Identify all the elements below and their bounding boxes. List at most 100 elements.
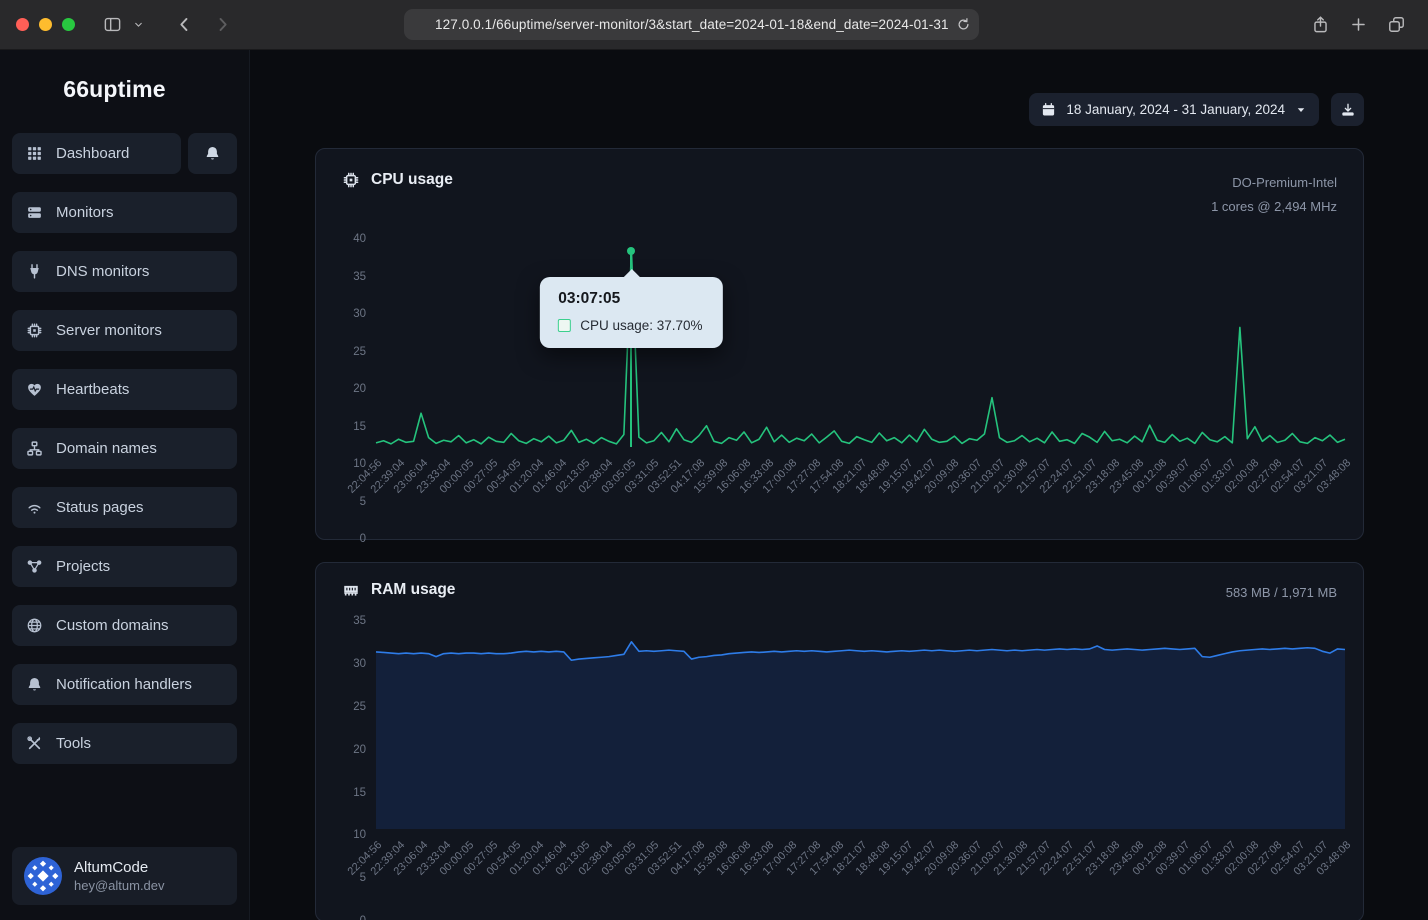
sidebar-item-label: DNS monitors [56,263,149,280]
x-axis-labels: 22:04:5622:39:0423:06:0423:33:0400:00:05… [376,455,1345,539]
tooltip-time: 03:07:05 [558,290,702,308]
sidebar-item-label: Tools [56,735,91,752]
download-icon [1340,102,1356,118]
browser-chrome: 127.0.0.1/66uptime/server-monitor/3&star… [0,0,1428,50]
y-tick-label: 20 [353,744,366,756]
cpu-line-series [376,239,1345,447]
brand-logo: 66uptime [12,76,217,103]
sidebar-item-custom-domains[interactable]: Custom domains [12,605,237,646]
ram-line-series [376,621,1345,829]
back-button[interactable] [169,10,199,40]
minimize-window-button[interactable] [39,18,52,31]
y-tick-label: 40 [353,233,366,245]
user-account-card[interactable]: AltumCode hey@altum.dev [12,847,237,905]
tab-overview-icon[interactable] [1382,10,1412,40]
server-cpu-spec-label: 1 cores @ 2,494 MHz [1211,195,1337,219]
y-tick-label: 35 [353,271,366,283]
cpu-chip-icon [26,322,43,339]
y-tick-label: 15 [353,421,366,433]
series-swatch [558,319,571,332]
main-content: 18 January, 2024 - 31 January, 2024 CPU … [250,50,1428,920]
user-name: AltumCode [74,859,165,876]
sidebar-chevron-down-icon[interactable] [129,10,147,40]
server-plan-label: DO-Premium-Intel [1211,171,1337,195]
y-tick-label: 25 [353,701,366,713]
y-tick-label: 30 [353,658,366,670]
chart-title: RAM usage [371,581,455,599]
sidebar-item-dashboard[interactable]: Dashboard [12,133,181,174]
sidebar-item-label: Custom domains [56,617,169,634]
sidebar-item-label: Dashboard [56,145,129,162]
export-download-button[interactable] [1331,93,1364,126]
address-bar[interactable]: 127.0.0.1/66uptime/server-monitor/3&star… [404,9,979,40]
bell-icon [204,145,221,162]
share-icon[interactable] [1306,10,1336,40]
y-tick-label: 25 [353,346,366,358]
sidebar-item-tools[interactable]: Tools [12,723,237,764]
y-tick-label: 5 [360,872,366,884]
sidebar-toggle-icon[interactable] [97,10,127,40]
y-tick-label: 0 [360,915,366,920]
forward-button [207,10,237,40]
globe-icon [26,617,43,634]
url-text: 127.0.0.1/66uptime/server-monitor/3&star… [435,17,949,32]
sidebar-item-dns-monitors[interactable]: DNS monitors [12,251,237,292]
toolbar: 18 January, 2024 - 31 January, 2024 [315,93,1364,126]
grid-icon [26,145,43,162]
sidebar-item-label: Monitors [56,204,114,221]
hover-marker-dot [627,247,635,255]
cpu-chart-plot: 03:07:05 CPU usage: 37.70% [376,239,1345,447]
y-tick-label: 30 [353,308,366,320]
notifications-button[interactable] [188,133,237,174]
y-tick-label: 0 [360,533,366,545]
sidebar-item-heartbeats[interactable]: Heartbeats [12,369,237,410]
ram-usage-card: RAM usage 583 MB / 1,971 MB 35 30 25 20 15 10… [315,562,1364,920]
chevron-down-icon [1295,104,1307,116]
x-axis-labels: 22:04:5622:39:0423:06:0423:33:0400:00:05… [376,837,1345,920]
new-tab-icon[interactable] [1344,10,1374,40]
date-range-text: 18 January, 2024 - 31 January, 2024 [1066,102,1285,117]
tools-icon [26,735,43,752]
sidebar-item-notification-handlers[interactable]: Notification handlers [12,664,237,705]
sidebar-item-monitors[interactable]: Monitors [12,192,237,233]
avatar [24,857,62,895]
calendar-icon [1041,102,1056,117]
server-stack-icon [26,204,43,221]
sidebar-item-label: Server monitors [56,322,162,339]
y-tick-label: 10 [353,829,366,841]
close-window-button[interactable] [16,18,29,31]
tooltip-value: CPU usage: 37.70% [580,318,702,333]
y-tick-label: 5 [360,496,366,508]
heartbeat-icon [26,381,43,398]
date-range-picker[interactable]: 18 January, 2024 - 31 January, 2024 [1029,93,1319,126]
sidebar-item-status-pages[interactable]: Status pages [12,487,237,528]
y-tick-label: 20 [353,383,366,395]
sidebar-item-label: Notification handlers [56,676,192,693]
cpu-chip-icon [342,171,360,189]
window-controls [16,18,75,31]
sidebar-item-label: Domain names [56,440,157,457]
memory-icon [342,581,360,599]
zoom-window-button[interactable] [62,18,75,31]
sidebar-item-server-monitors[interactable]: Server monitors [12,310,237,351]
sidebar: 66uptime Dashboard Monitors DNS monitors S… [0,50,250,920]
sidebar-item-label: Projects [56,558,110,575]
sidebar-item-projects[interactable]: Projects [12,546,237,587]
bell-icon [26,676,43,693]
cpu-usage-card: CPU usage DO-Premium-Intel 1 cores @ 2,4… [315,148,1364,540]
sidebar-nav: Dashboard Monitors DNS monitors Server mon… [12,133,237,782]
ram-total-label: 583 MB / 1,971 MB [1226,581,1337,605]
sidebar-item-domain-names[interactable]: Domain names [12,428,237,469]
chart-tooltip: 03:07:05 CPU usage: 37.70% [540,277,722,348]
share-nodes-icon [26,558,43,575]
y-tick-label: 35 [353,615,366,627]
wifi-icon [26,499,43,516]
user-email: hey@altum.dev [74,878,165,893]
chart-title: CPU usage [371,171,453,189]
sidebar-item-label: Status pages [56,499,144,516]
reload-icon[interactable] [956,17,971,32]
y-tick-label: 15 [353,787,366,799]
sidebar-item-label: Heartbeats [56,381,129,398]
sitemap-icon [26,440,43,457]
ram-chart-plot [376,621,1345,829]
